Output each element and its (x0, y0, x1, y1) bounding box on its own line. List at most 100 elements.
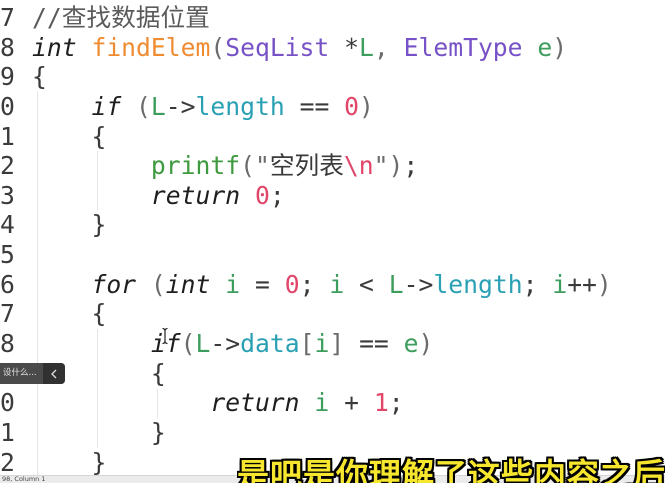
code-line[interactable]: 1 } (0, 418, 665, 448)
token-function: findElem (91, 32, 211, 62)
token-operator: } (32, 210, 107, 240)
token-field: data (240, 329, 300, 359)
code-line[interactable]: 9{ (0, 62, 665, 92)
token-operator: } (32, 417, 166, 447)
token-escape: \n (343, 151, 374, 181)
token-variable: L (150, 91, 166, 121)
token-punctuation: , (373, 32, 404, 62)
token-punctuation: ") (373, 151, 404, 181)
code-line[interactable]: 3 return 0; (0, 181, 665, 211)
code-lines[interactable]: 7//查找数据位置 8 int findElem(SeqList *L, ElemT… (0, 3, 665, 475)
token-number: 0 (344, 91, 360, 121)
token-operator: ; (522, 269, 553, 299)
code-line[interactable]: 0 return i + 1; (0, 388, 665, 418)
token-comment: //查找数据位置 (32, 3, 210, 32)
token-type: ElemType (403, 32, 538, 62)
line-number: 8 (0, 32, 15, 62)
token-keyword: return (32, 388, 315, 418)
token-call: printf (32, 151, 241, 181)
line-number: 7 (0, 3, 15, 32)
token-operator: { (32, 62, 47, 92)
code-line[interactable]: 4 } (0, 210, 665, 240)
token-operator: + (329, 388, 374, 418)
token-keyword: int (32, 32, 92, 62)
code-line[interactable]: 5 (0, 240, 665, 270)
line-number: 2 (0, 151, 15, 181)
code-text: { (32, 122, 106, 152)
token-operator: ; (299, 269, 330, 299)
line-number: 0 (0, 91, 15, 121)
code-line[interactable]: 0 if (L->length == 0) (0, 92, 665, 122)
code-text: { (32, 299, 106, 329)
chevron-left-icon (51, 369, 57, 378)
token-operator: == (344, 329, 404, 359)
line-number: 2 (0, 447, 15, 475)
token-punctuation: ( (180, 329, 196, 359)
code-line[interactable]: 8 if(L->data[i] == e) (0, 329, 665, 359)
video-subtitle: 是吧是你理解了这些内容之后 (237, 456, 665, 483)
token-operator: -> (403, 269, 434, 299)
code-line[interactable]: 2 printf("空列表\n"); (0, 151, 665, 181)
token-keyword: int (165, 269, 226, 299)
token-operator: < (344, 269, 389, 299)
token-variable: L (195, 329, 211, 359)
token-punctuation: ) (596, 269, 612, 299)
line-number: 0 (0, 388, 15, 418)
token-punctuation: ( (136, 91, 151, 121)
token-type: SeqList (225, 32, 345, 62)
code-line[interactable]: { (0, 359, 665, 389)
code-text: return 0; (32, 181, 285, 211)
token-string: 空列表 (269, 151, 344, 181)
token-operator: ++ (567, 269, 597, 299)
token-operator: ; (403, 151, 419, 181)
token-field: length (433, 269, 523, 299)
token-variable: e (537, 32, 553, 62)
code-line[interactable]: 7 { (0, 299, 665, 329)
token-variable: L (359, 32, 374, 62)
token-variable: e (403, 329, 419, 359)
code-line[interactable]: 8 int findElem(SeqList *L, ElemType e) (0, 33, 665, 63)
code-line[interactable]: 7 //查找数据位置 (0, 3, 665, 33)
sidebar-popup[interactable]: 设什么... (0, 363, 65, 384)
token-punctuation: ) (418, 329, 434, 359)
token-keyword: if (32, 91, 137, 121)
sidebar-collapse-button[interactable] (43, 363, 65, 384)
code-text: printf("空列表\n"); (32, 151, 418, 181)
token-variable: i (552, 269, 568, 299)
code-text: for (int i = 0; i < L->length; i++) (32, 269, 612, 300)
token-operator: -> (210, 329, 241, 359)
token-variable: i (329, 269, 345, 299)
code-text: } (32, 418, 166, 448)
token-variable: i (225, 269, 241, 299)
token-punctuation: ( (210, 32, 226, 62)
code-text: if(L->data[i] == e) (32, 329, 434, 359)
code-editor[interactable]: 7//查找数据位置 8 int findElem(SeqList *L, ElemT… (0, 0, 665, 475)
code-line[interactable]: 6 for (int i = 0; i < L->length; i++) (0, 270, 665, 300)
code-text: return i + 1; (32, 388, 404, 418)
line-number: 5 (0, 240, 15, 270)
code-text: //查找数据位置 (32, 3, 210, 33)
token-number: 1 (373, 388, 389, 418)
code-text: int findElem(SeqList *L, ElemType e) (32, 33, 567, 63)
line-number: 1 (0, 417, 15, 447)
code-text: } (32, 210, 106, 240)
token-operator: { (32, 121, 107, 151)
token-punctuation: ( (150, 269, 166, 299)
token-operator: ; (388, 388, 404, 418)
sidebar-popup-label: 设什么... (3, 368, 37, 378)
token-operator: * (344, 32, 360, 62)
line-number: 3 (0, 180, 15, 210)
token-variable: i (314, 388, 330, 418)
token-punctuation: ] (329, 329, 345, 359)
status-cursor-position: 98, Column 1 (2, 475, 46, 483)
line-number: 6 (0, 269, 15, 299)
token-keyword: for (32, 269, 151, 299)
code-line[interactable]: 1 { (0, 122, 665, 152)
token-operator: = (240, 269, 285, 299)
line-number: 9 (0, 62, 15, 92)
code-text: if (L->length == 0) (32, 91, 374, 122)
token-punctuation: ) (359, 91, 374, 121)
code-text: { (32, 62, 47, 92)
line-number: 1 (0, 121, 15, 151)
token-operator: -> (165, 91, 196, 121)
